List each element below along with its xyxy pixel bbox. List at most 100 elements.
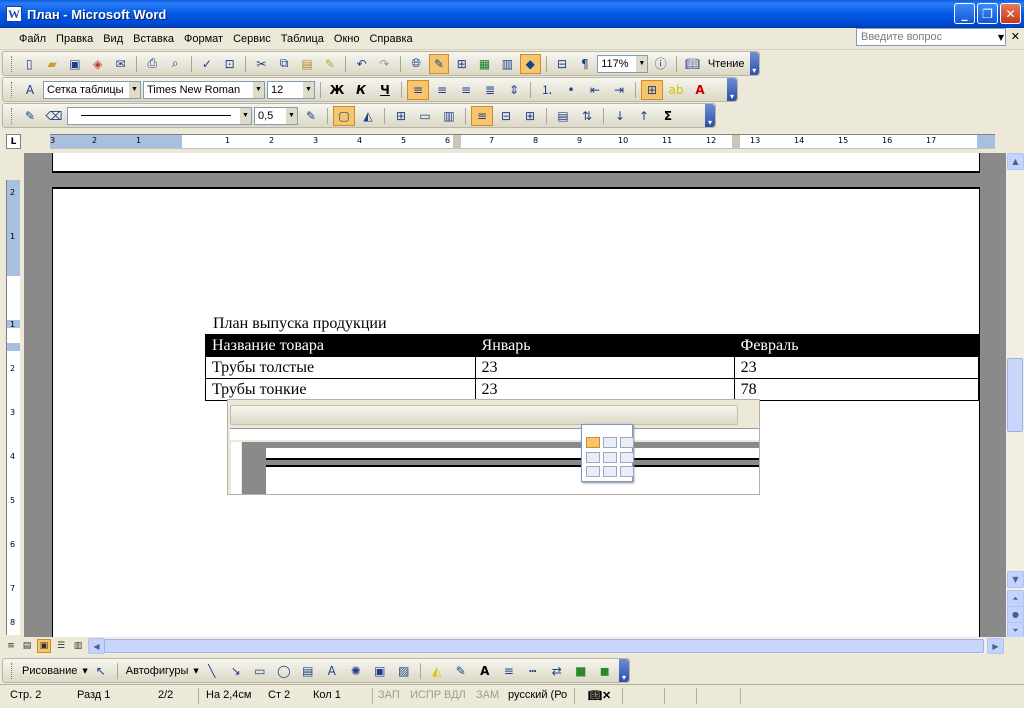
eraser-icon[interactable]: ⌫ [43,106,65,126]
table-cell[interactable]: 23 [474,378,735,401]
line-icon[interactable]: ╲ [201,661,223,681]
redo-icon[interactable]: ↷ [374,54,395,74]
clipart-icon[interactable]: ▣ [369,661,391,681]
insert-table-icon[interactable]: ⊞ [451,54,472,74]
read-button[interactable]: Чтение [705,58,748,70]
bold-button[interactable]: Ж [326,80,348,100]
table-header-row[interactable]: Название товара Январь Февраль [205,334,980,357]
vertical-scroll-thumb[interactable] [1007,358,1023,432]
new-document-icon[interactable]: ▯ [19,54,40,74]
rectangle-icon[interactable]: ▭ [249,661,271,681]
line-style-combo[interactable]: ▼ [67,106,252,125]
table-cell[interactable]: Трубы толстые [205,356,476,379]
document-map-icon[interactable]: ⊟ [552,54,573,74]
document-area[interactable]: План выпуска продукции Название товара Я… [24,153,1006,637]
autoformat-icon[interactable]: ▤ [552,106,574,126]
autoshapes-dropdown-icon[interactable]: ▼ [193,667,198,675]
status-track-changes[interactable]: ИСПР [410,689,441,701]
sort-ascending-icon[interactable]: ↓ [609,106,631,126]
shadow-icon[interactable]: ■ [570,661,592,681]
embedded-screenshot-image[interactable] [227,399,760,495]
table-row[interactable]: Трубы толстые 23 23 [205,356,980,379]
close-button[interactable]: ✕ [1000,3,1021,24]
print-layout-view-icon[interactable]: ▣ [37,639,51,653]
toolbar-grip[interactable] [11,662,14,679]
horizontal-scroll-thumb[interactable] [104,639,984,653]
arrow-icon[interactable]: ↘ [225,661,247,681]
autosum-button[interactable]: Σ [657,106,679,126]
format-painter-icon[interactable]: ✎ [319,54,340,74]
line-spacing-icon[interactable]: ⇕ [503,80,525,100]
vertical-scrollbar[interactable]: ▲ ▼ ⏶ ● ⏷ [1006,153,1024,639]
align-left-icon[interactable]: ≡ [407,79,429,100]
spelling-status-icon[interactable]: 📖︎✕ [588,689,611,702]
styles-icon[interactable]: A [19,80,41,100]
line-style-dropdown-icon[interactable]: ▼ [240,107,251,124]
line-style-icon[interactable]: ≡ [498,661,520,681]
underline-button[interactable]: Ч [374,80,396,100]
email-icon[interactable]: ✉ [110,54,131,74]
table-cell[interactable]: 23 [474,356,735,379]
horizontal-scrollbar[interactable]: ◀ ▶ [88,638,1004,654]
diagram-icon[interactable]: ✺ [345,661,367,681]
shading-color-icon[interactable]: ◭ [357,106,379,126]
vertical-ruler[interactable]: 2 1 1 2 3 4 5 6 7 8 [6,180,20,635]
textbox-icon[interactable]: ▤ [297,661,319,681]
borders-icon[interactable]: ⊞ [641,79,663,100]
font-color-icon[interactable]: A [689,80,711,100]
dash-style-icon[interactable]: ┅ [522,661,544,681]
menu-view[interactable]: Вид [98,33,128,45]
copy-icon[interactable]: ⧉ [274,54,295,74]
3d-icon[interactable]: ◼ [594,661,616,681]
menu-file[interactable]: Файл [14,33,51,45]
distribute-rows-icon[interactable]: ⊟ [495,106,517,126]
page-2[interactable]: План выпуска продукции Название товара Я… [52,187,980,637]
split-cells-icon[interactable]: ▥ [438,106,460,126]
restore-button[interactable]: ❐ [977,3,998,24]
increase-indent-icon[interactable]: ⇥ [608,80,630,100]
menu-help[interactable]: Справка [364,33,417,45]
line-color-icon[interactable]: ✎ [450,661,472,681]
autoshapes-menu-button[interactable]: Автофигуры [123,665,192,677]
arrow-style-icon[interactable]: ⇄ [546,661,568,681]
ruler-column-marker[interactable] [732,135,740,148]
numbering-icon[interactable]: ⒈ [536,80,558,100]
spelling-icon[interactable]: ✓ [196,54,217,74]
merge-cells-icon[interactable]: ▭ [414,106,436,126]
line-weight-dropdown-icon[interactable]: ▼ [286,107,297,124]
sort-descending-icon[interactable]: ↑ [633,106,655,126]
browse-object-icon[interactable]: ● [1007,606,1024,623]
menu-edit[interactable]: Правка [51,33,98,45]
show-hide-icon[interactable]: ¶ [574,54,595,74]
table-cell[interactable]: 78 [733,378,980,401]
drawing-icon[interactable]: ◆ [519,53,541,74]
toolbar-grip[interactable] [11,107,14,124]
permission-icon[interactable]: ◈ [87,54,108,74]
table-cell[interactable]: 23 [733,356,980,379]
horizontal-ruler[interactable]: 3 2 1 1 2 3 4 5 6 7 8 9 10 11 12 13 14 1… [50,134,995,149]
print-preview-icon[interactable]: ⌕ [165,54,186,74]
ask-dropdown-icon[interactable]: ▼ [996,29,1006,45]
toolbar-options-icon[interactable]: ▾ [749,52,759,75]
outside-border-icon[interactable]: ▢ [333,105,355,126]
font-combo[interactable]: Times New Roman ▼ [143,80,265,99]
scroll-right-icon[interactable]: ▶ [987,638,1004,654]
text-direction-icon[interactable]: ⇅ [576,106,598,126]
previous-page-icon[interactable]: ⏶ [1007,590,1024,607]
cut-icon[interactable]: ✂ [251,54,272,74]
hyperlink-icon[interactable]: 🌐︎ [406,54,427,74]
ask-question-input[interactable]: Введите вопрос [856,28,1006,46]
fill-color-icon[interactable]: ◭ [426,661,448,681]
web-view-icon[interactable]: ▤ [20,639,34,653]
print-icon[interactable]: ⎙ [142,54,163,74]
toolbar-options-icon[interactable]: ▾ [619,659,629,682]
font-size-dropdown-icon[interactable]: ▼ [303,81,314,98]
tables-borders-icon[interactable]: ✎ [428,53,450,74]
tab-selector-icon[interactable]: L [6,134,21,149]
outline-view-icon[interactable]: ☰ [54,639,68,653]
decrease-indent-icon[interactable]: ⇤ [584,80,606,100]
research-icon[interactable]: ⊡ [219,54,240,74]
undo-icon[interactable]: ↶ [351,54,372,74]
font-color-icon[interactable]: A [474,661,496,681]
line-weight-combo[interactable]: 0,5 ▼ [254,106,298,125]
